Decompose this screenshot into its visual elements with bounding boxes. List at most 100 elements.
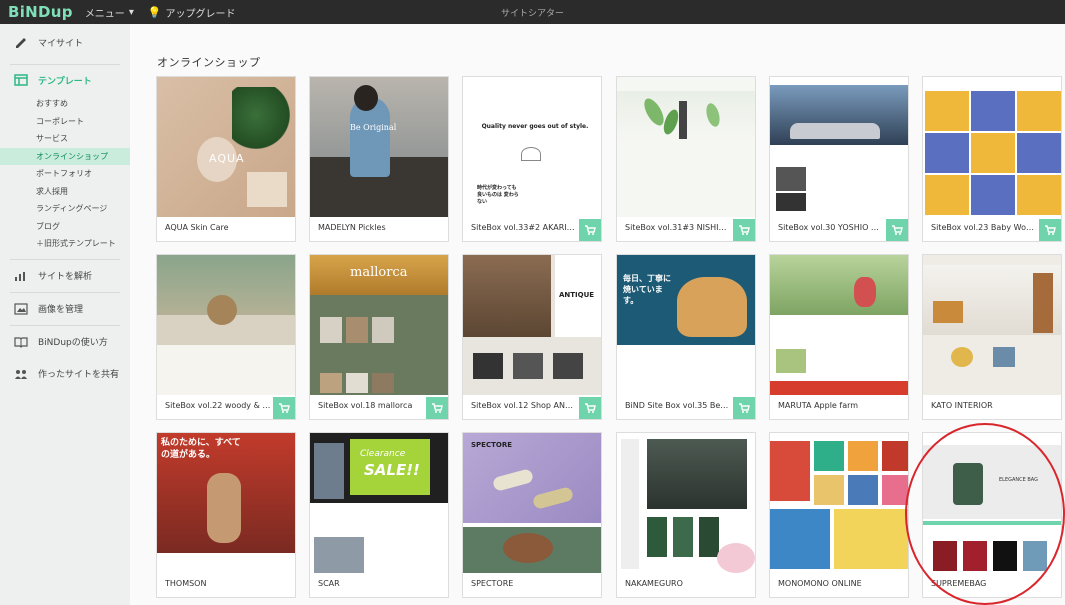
template-thumbnail[interactable]: Be Original [310, 77, 448, 217]
sidebar-subitem[interactable]: おすすめ [0, 95, 130, 113]
cart-icon [585, 403, 596, 413]
upgrade-button[interactable]: 💡 アップグレード [148, 5, 236, 20]
bulb-icon: 💡 [147, 5, 162, 19]
sidebar-subitem[interactable]: ランディングページ [0, 200, 130, 218]
template-card[interactable]: NAKAMEGURO [616, 432, 756, 598]
thumb-text: SPECTORE [471, 441, 512, 449]
template-card[interactable]: ANTIQUE SiteBox vol.12 Shop AN… [462, 254, 602, 420]
template-card[interactable]: MARUTA Apple farm [769, 254, 909, 420]
template-thumbnail[interactable] [770, 255, 908, 395]
card-label: SUPREMEBAG [931, 579, 987, 588]
template-thumbnail[interactable] [923, 255, 1061, 395]
template-thumbnail[interactable]: SPECTORE [463, 433, 601, 573]
sidebar-subitem[interactable]: 求人採用 [0, 183, 130, 201]
cart-button[interactable] [579, 397, 601, 419]
sidebar-item-label: マイサイト [38, 38, 84, 49]
template-card[interactable]: Be Original MADELYN Pickles [309, 76, 449, 242]
sidebar-subitem[interactable]: ブログ [0, 218, 130, 236]
sidebar-item-label: 画像を管理 [38, 305, 84, 315]
cart-button[interactable] [733, 397, 755, 419]
cart-button[interactable] [886, 219, 908, 241]
main-content: オンラインショップ AQUA AQUA Skin Care Be Origina… [130, 24, 1065, 605]
template-card[interactable]: mallorca SiteBox vol.18 mallorca [309, 254, 449, 420]
template-thumbnail[interactable]: mallorca [310, 255, 448, 395]
menu-dropdown[interactable]: メニュー ▾ [85, 5, 134, 20]
card-label: SiteBox vol.12 Shop AN… [471, 401, 574, 410]
template-card[interactable]: ELEGANCE BAG SUPREMEBAG [922, 432, 1062, 598]
template-card[interactable]: AQUA AQUA Skin Care [156, 76, 296, 242]
sidebar-subitem[interactable]: ＋旧形式テンプレート [0, 235, 130, 253]
sidebar-item-label: サイトを解析 [38, 272, 93, 282]
sidebar-item-images[interactable]: 画像を管理 [0, 293, 130, 325]
template-card[interactable]: 毎日、丁寧に焼いています。 BiND Site Box vol.35 Be… [616, 254, 756, 420]
template-thumbnail[interactable]: ELEGANCE BAG [923, 433, 1061, 573]
template-thumbnail[interactable]: ANTIQUE [463, 255, 601, 395]
sidebar-item-label: BiNDupの使い方 [38, 338, 108, 348]
template-card[interactable]: 私のために、すべての道がある。 THOMSON [156, 432, 296, 598]
thumb-text: AQUA [209, 152, 245, 165]
template-card[interactable]: SiteBox vol.22 woody & … [156, 254, 296, 420]
template-card[interactable]: KATO INTERIOR [922, 254, 1062, 420]
cart-button[interactable] [579, 219, 601, 241]
card-label: MONOMONO ONLINE [778, 579, 862, 588]
sidebar-subitem[interactable]: サービス [0, 130, 130, 148]
pencil-icon [16, 38, 26, 48]
sidebar-item-analytics[interactable]: サイトを解析 [0, 260, 130, 292]
template-card[interactable]: SiteBox vol.31#3 NISHI… [616, 76, 756, 242]
template-card[interactable]: Clearance SALE!! SCAR [309, 432, 449, 598]
sidebar-item-label: 作ったサイトを共有 [38, 370, 120, 380]
book-icon [14, 336, 28, 348]
cart-button[interactable] [273, 397, 295, 419]
cart-button[interactable] [733, 219, 755, 241]
top-bar: BiNDup メニュー ▾ 💡 アップグレード サイトシアター [0, 0, 1065, 24]
template-card[interactable]: SiteBox vol.30 YOSHIO … [769, 76, 909, 242]
card-label: SPECTORE [471, 579, 514, 588]
sidebar-subitem-active[interactable]: オンラインショップ [0, 147, 130, 165]
card-label: SiteBox vol.31#3 NISHI… [625, 223, 727, 232]
sidebar-item-label: テンプレート [38, 76, 92, 87]
template-card[interactable]: SPECTORE SPECTORE [462, 432, 602, 598]
thumb-text: ELEGANCE BAG [999, 477, 1039, 483]
cart-icon [739, 403, 750, 413]
template-thumbnail[interactable] [923, 77, 1061, 217]
template-thumbnail[interactable]: Quality never goes out of style. 時代が変わって… [463, 77, 601, 217]
sidebar-item-template[interactable]: テンプレート [0, 65, 130, 95]
card-label: SCAR [318, 579, 340, 588]
template-card[interactable]: MONOMONO ONLINE [769, 432, 909, 598]
template-thumbnail[interactable] [617, 77, 755, 217]
template-thumbnail[interactable] [617, 433, 755, 573]
thumb-text: ANTIQUE [559, 291, 595, 299]
section-title: オンラインショップ [157, 56, 261, 69]
upgrade-label: アップグレード [165, 8, 236, 20]
cart-icon [1045, 225, 1056, 235]
card-label: MARUTA Apple farm [778, 401, 859, 410]
template-thumbnail[interactable] [770, 433, 908, 573]
sidebar-item-mysite[interactable]: マイサイト [0, 26, 130, 58]
sidebar-item-howto[interactable]: BiNDupの使い方 [0, 326, 130, 358]
sidebar-subitem[interactable]: コーポレート [0, 113, 130, 131]
thumb-text: Be Original [350, 123, 397, 132]
image-icon [14, 302, 28, 315]
template-thumbnail[interactable]: 私のために、すべての道がある。 [157, 433, 295, 573]
users-icon [15, 369, 27, 379]
menu-label: メニュー [84, 8, 125, 20]
bindup-logo[interactable]: BiNDup [8, 3, 73, 21]
sidebar-item-share[interactable]: 作ったサイトを共有 [0, 358, 130, 390]
template-thumbnail[interactable] [770, 77, 908, 217]
card-label: KATO INTERIOR [931, 401, 993, 410]
template-thumbnail[interactable]: AQUA [157, 77, 295, 217]
template-thumbnail[interactable]: 毎日、丁寧に焼いています。 [617, 255, 755, 395]
cart-icon [739, 225, 750, 235]
template-thumbnail[interactable]: Clearance SALE!! [310, 433, 448, 573]
cart-button[interactable] [426, 397, 448, 419]
template-card[interactable]: SiteBox vol.23 Baby Wo… [922, 76, 1062, 242]
template-thumbnail[interactable] [157, 255, 295, 395]
sidebar-subitem[interactable]: ポートフォリオ [0, 165, 130, 183]
template-card[interactable]: Quality never goes out of style. 時代が変わって… [462, 76, 602, 242]
card-label: SiteBox vol.30 YOSHIO … [778, 223, 879, 232]
chart-icon [15, 271, 25, 281]
cart-icon [585, 225, 596, 235]
cart-button[interactable] [1039, 219, 1061, 241]
card-label: SiteBox vol.18 mallorca [318, 401, 413, 410]
sidebar: マイサイト テンプレート おすすめ コーポレート サービス オンラインショップ … [0, 24, 130, 605]
